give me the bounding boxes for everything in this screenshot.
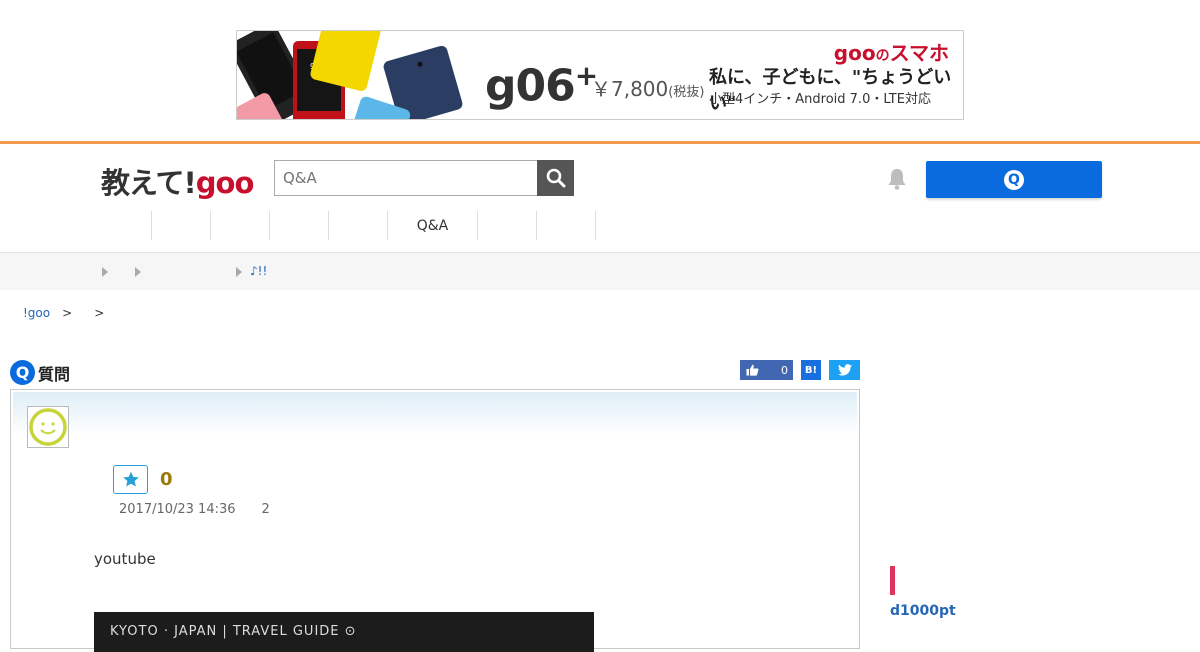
nav-item-qa[interactable]: Q&A <box>388 211 478 240</box>
twitter-bird-icon <box>837 364 852 376</box>
category-subbar: ♪!! <box>0 252 1200 290</box>
subbar-link[interactable]: ♪!! <box>250 264 267 278</box>
breadcrumb-separator: > <box>94 306 105 320</box>
notification-button[interactable] <box>884 166 910 192</box>
header-accent-line <box>0 141 1200 144</box>
avatar[interactable] <box>27 406 69 448</box>
nav-item-7[interactable] <box>478 211 537 240</box>
question-body: youtube <box>94 550 156 568</box>
search-input[interactable] <box>275 161 538 195</box>
search-box <box>274 160 538 196</box>
answer-count: 2 <box>261 502 270 517</box>
nav-item-1[interactable] <box>92 211 152 240</box>
sidebar-accent-mark <box>890 566 895 595</box>
ad-spec: 小型4インチ・Android 7.0・LTE対応 <box>709 92 931 107</box>
video-thumbnail[interactable]: KYOTO · JAPAN | TRAVEL GUIDE ⊙ <box>94 612 594 652</box>
breadcrumb-separator: > <box>62 306 73 320</box>
tweet-button[interactable] <box>829 360 860 380</box>
ask-question-button[interactable]: Q <box>926 161 1102 198</box>
hatena-bookmark-button[interactable]: B! <box>801 360 821 380</box>
global-nav: Q&A <box>92 211 596 241</box>
nav-item-5[interactable] <box>329 211 388 240</box>
ad-brand-logo: gooのスマホ <box>833 41 949 65</box>
question-heading-title: 質問 <box>38 364 71 384</box>
favorite-button[interactable] <box>113 465 148 494</box>
facebook-like-button[interactable]: 0 <box>740 360 793 380</box>
nav-item-2[interactable] <box>152 211 211 240</box>
nav-item-3[interactable] <box>211 211 270 240</box>
favorite-count: 0 <box>160 469 173 490</box>
breadcrumb-home[interactable]: !goo <box>23 306 50 320</box>
nav-item-8[interactable] <box>537 211 596 240</box>
breadcrumb: !goo > > <box>23 306 114 320</box>
ad-model: g06+ <box>485 59 598 112</box>
question-panel-header <box>13 392 857 436</box>
nav-item-4[interactable] <box>270 211 329 240</box>
like-count: 0 <box>763 361 792 379</box>
question-heading: Q 質問 <box>10 360 70 385</box>
sidebar-points-label[interactable]: d1000pt <box>890 603 956 619</box>
caret-right-icon <box>102 267 108 277</box>
ad-phones-image: 9:06 <box>237 31 463 119</box>
smiley-avatar-icon <box>29 408 67 446</box>
question-panel: 0 2017/10/23 14:36 2 youtube KYOTO · JAPA… <box>10 389 860 652</box>
question-icon: Q <box>10 360 35 385</box>
site-logo[interactable]: 教えて!goo <box>101 160 254 202</box>
thumbs-up-icon <box>741 361 763 379</box>
caret-right-icon <box>236 267 242 277</box>
search-icon <box>546 168 565 188</box>
video-title: KYOTO · JAPAN | TRAVEL GUIDE ⊙ <box>110 624 357 639</box>
ad-price: ￥7,800(税抜) <box>591 77 705 101</box>
caret-right-icon <box>135 267 141 277</box>
question-date: 2017/10/23 14:36 <box>119 502 236 517</box>
search-button[interactable] <box>537 160 574 196</box>
question-mark-icon: Q <box>1004 169 1024 190</box>
question-meta: 2017/10/23 14:36 2 <box>119 502 270 517</box>
ad-banner[interactable]: 9:06 g06+ ￥7,800(税抜) gooのスマホ 私に、子どもに、"ちょ… <box>236 30 964 120</box>
star-icon <box>122 471 139 487</box>
bell-icon <box>888 169 906 190</box>
ad-strip: 9:06 g06+ ￥7,800(税抜) gooのスマホ 私に、子どもに、"ちょ… <box>0 0 1200 142</box>
